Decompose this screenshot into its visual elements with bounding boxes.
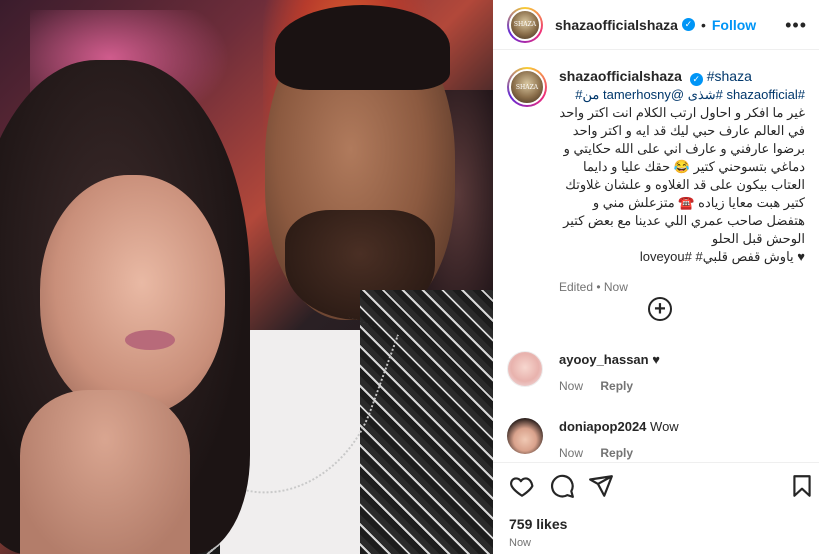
post-timestamp: Now [509, 537, 532, 549]
caption: SHAZA shazaofficialshaza ✓ #shaza #shaza… [493, 51, 819, 294]
verified-badge-icon: ✓ [681, 18, 695, 31]
caption-header: shazaofficialshaza ✓ #shaza [559, 67, 805, 86]
reply-button[interactable]: Reply [600, 446, 633, 460]
separator-dot: • [700, 16, 706, 33]
share-send-icon[interactable] [588, 473, 614, 499]
likes-count[interactable]: 759 likes [509, 516, 567, 532]
man-hair [275, 5, 450, 90]
commenter-avatar[interactable] [507, 351, 543, 387]
action-bar: 759 likes Now [493, 462, 819, 554]
commenter-username[interactable]: doniapop2024 [559, 419, 646, 434]
comment-bubble-icon[interactable] [549, 473, 575, 499]
comment-item: ayooy_hassan ♥ Now Reply [507, 351, 660, 393]
verified-badge-icon: ✓ [689, 73, 703, 86]
follow-button[interactable]: Follow [712, 17, 756, 33]
comment-text: Wow [650, 419, 679, 434]
caption-text: #shazaofficial #شذى @tamerhosny من# غير … [559, 86, 805, 266]
save-bookmark-icon[interactable] [789, 473, 815, 499]
caption-body: shazaofficialshaza ✓ #shaza #shazaoffici… [559, 67, 805, 294]
woman-lips [125, 330, 175, 350]
comment-item: doniapop2024 Wow Now Reply [507, 418, 679, 460]
caption-last-line: ♥ ياوش قفص قلبي# #loveyou [639, 249, 805, 264]
avatar-image: SHAZA [509, 8, 541, 41]
caption-tags-line[interactable]: #shazaofficial #شذى @tamerhosny من# [559, 86, 805, 104]
comments-section[interactable]: SHAZA shazaofficialshaza ✓ #shaza #shaza… [493, 51, 819, 461]
author-avatar[interactable]: SHAZA [507, 6, 543, 43]
comment-text: ♥ [652, 352, 660, 367]
caption-avatar[interactable]: SHAZA [507, 67, 547, 107]
comment-time: Now [559, 379, 584, 393]
author-username[interactable]: shazaofficialshaza [555, 17, 678, 33]
woman-neck [20, 390, 190, 554]
commenter-avatar[interactable] [507, 418, 543, 454]
caption-body-text: غير ما افكر و احاول ارتب الكلام انت اكتر… [559, 105, 805, 246]
avatar-image: SHAZA [509, 69, 545, 105]
like-heart-icon[interactable] [509, 473, 535, 499]
post-header: SHAZA shazaofficialshaza ✓ • Follow ••• [493, 0, 819, 50]
commenter-username[interactable]: ayooy_hassan [559, 352, 649, 367]
reply-button[interactable]: Reply [600, 379, 633, 393]
hashtag-link[interactable]: #shaza [707, 68, 752, 84]
comment-time: Now [559, 446, 584, 460]
load-more-comments-icon[interactable]: + [648, 297, 672, 321]
post-photo[interactable] [0, 0, 493, 554]
woman-face [40, 175, 225, 415]
edited-timestamp: Edited • Now [559, 280, 628, 294]
caption-username[interactable]: shazaofficialshaza [559, 68, 682, 84]
more-options-icon[interactable]: ••• [785, 16, 807, 34]
post-sidebar: SHAZA shazaofficialshaza ✓ • Follow ••• … [493, 0, 819, 554]
